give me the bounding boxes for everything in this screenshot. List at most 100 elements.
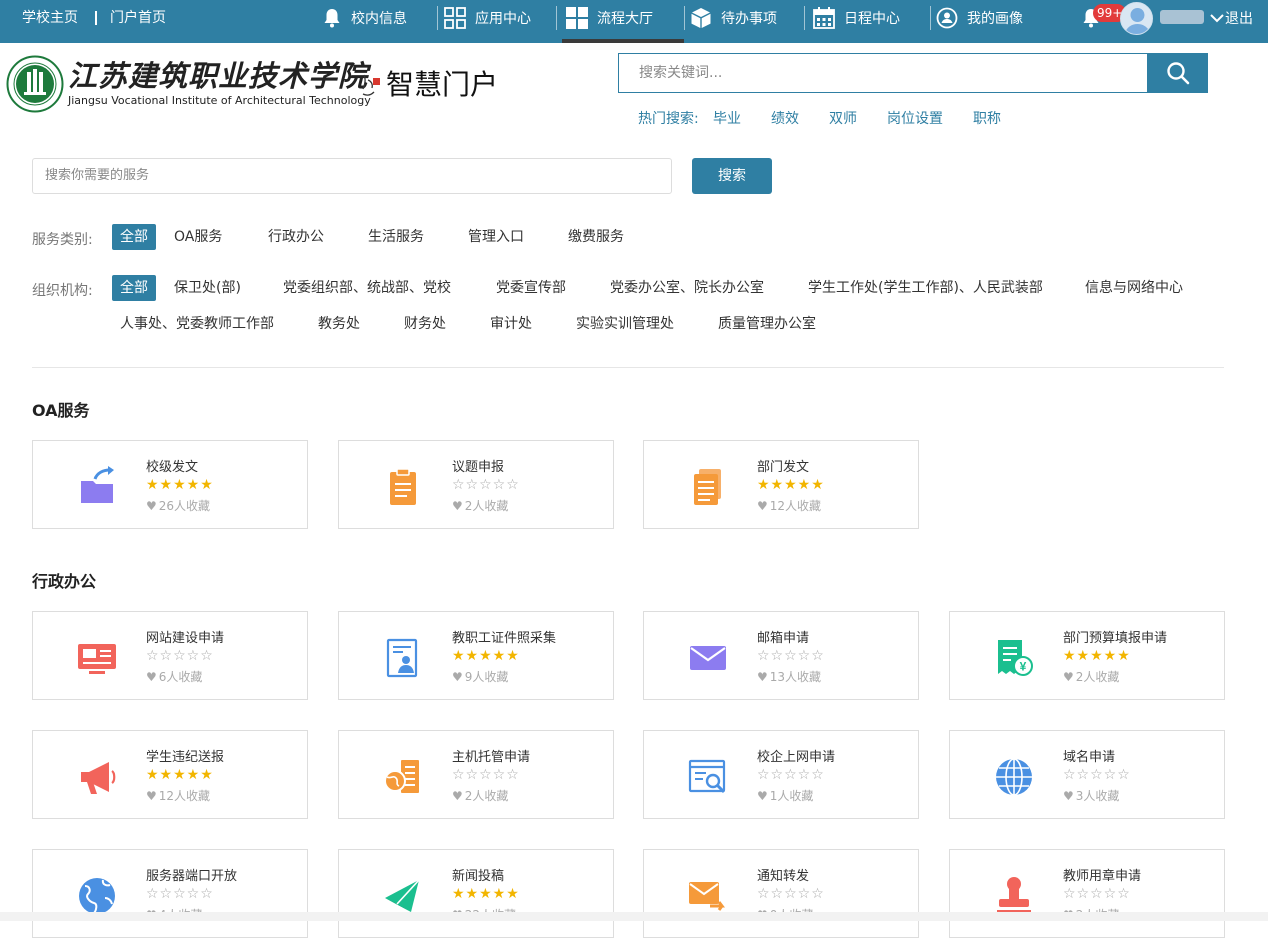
service-card[interactable]: 校企上网申请 ☆☆☆☆☆ ♥ 1人收藏 (643, 730, 919, 819)
category-chip[interactable]: 管理入口 (468, 224, 524, 250)
calligraphy-seal-icon (362, 74, 380, 96)
service-card[interactable]: 教职工证件照采集 ★★★★★ ♥ 9人收藏 (338, 611, 614, 700)
service-card[interactable]: 校级发文 ★★★★★ ♥ 26人收藏 (32, 440, 308, 529)
favorite-count-text: 13人收藏 (769, 670, 822, 684)
org-chip[interactable]: 学生工作处(学生工作部)、人民武装部 (808, 275, 1043, 301)
nav-label: 我的画像 (967, 11, 1023, 27)
category-chip[interactable]: OA服务 (174, 224, 222, 250)
service-card[interactable]: ¥ 部门预算填报申请 ★★★★★ ♥ 2人收藏 (949, 611, 1225, 700)
favorite-count-text: 6人收藏 (158, 670, 203, 684)
receipt-yen-icon: ¥ (998, 640, 1033, 676)
heart-icon: ♥ (452, 669, 463, 684)
rating-stars: ★★★★★ (1063, 648, 1131, 664)
org-chip[interactable]: 党委组织部、统战部、党校 (283, 275, 451, 301)
service-card[interactable]: 主机托管申请 ☆☆☆☆☆ ♥ 2人收藏 (338, 730, 614, 819)
nav-label: 应用中心 (475, 11, 531, 27)
org-chip[interactable]: 党委宣传部 (496, 275, 566, 301)
monitor-icon (78, 644, 116, 674)
org-chip[interactable]: 人事处、党委教师工作部 (120, 311, 274, 337)
school-name-en: Jiangsu Vocational Institute of Architec… (68, 94, 371, 107)
section-title-oa: OA服务 (32, 401, 90, 420)
rating-stars: ☆☆☆☆☆ (757, 648, 825, 664)
service-card[interactable]: 新闻投稿 ★★★★★ ♥22人收藏 (338, 849, 614, 938)
portrait-icon (936, 7, 958, 29)
nav-divider (804, 6, 805, 30)
service-card[interactable]: 通知转发 ☆☆☆☆☆ ♥0人收藏 (643, 849, 919, 938)
org-chip[interactable]: 审计处 (490, 311, 532, 337)
service-name: 通知转发 (757, 869, 810, 884)
service-card[interactable]: 网站建设申请 ☆☆☆☆☆ ♥ 6人收藏 (32, 611, 308, 700)
rating-stars: ☆☆☆☆☆ (146, 886, 214, 902)
heart-icon: ♥ (757, 669, 768, 684)
school-home-link[interactable]: 学校主页 (22, 0, 78, 36)
service-search-input[interactable]: 搜索你需要的服务 (32, 158, 672, 194)
hot-term[interactable]: 绩效 (771, 108, 799, 128)
service-card[interactable]: 服务器端口开放 ☆☆☆☆☆ ♥4人收藏 (32, 849, 308, 938)
favorite-count-text: 26人收藏 (158, 499, 211, 513)
service-card[interactable]: 议题申报 ☆☆☆☆☆ ♥ 2人收藏 (338, 440, 614, 529)
org-chip[interactable]: 实验实训管理处 (576, 311, 674, 337)
calendar-icon (813, 7, 835, 29)
portal-home-link[interactable]: 门户首页 (110, 0, 166, 36)
envelope-icon (690, 646, 726, 670)
category-chip[interactable]: 生活服务 (368, 224, 424, 250)
nav-app-center[interactable]: 应用中心 (444, 0, 531, 36)
hot-term[interactable]: 毕业 (713, 108, 741, 128)
nav-process-hall[interactable]: 流程大厅 (566, 0, 653, 36)
service-card[interactable]: 部门发文 ★★★★★ ♥ 12人收藏 (643, 440, 919, 529)
avatar[interactable] (1120, 2, 1153, 35)
org-chip-all[interactable]: 全部 (112, 275, 156, 301)
section-divider (32, 367, 1224, 368)
nav-label: 流程大厅 (597, 11, 653, 27)
org-chip[interactable]: 信息与网络中心 (1085, 275, 1183, 301)
search-icon (1167, 62, 1190, 85)
service-card[interactable]: 域名申请 ☆☆☆☆☆ ♥ 3人收藏 (949, 730, 1225, 819)
category-chip[interactable]: 缴费服务 (568, 224, 624, 250)
globe-icon (996, 758, 1032, 796)
org-chip[interactable]: 党委办公室、院长办公室 (610, 275, 764, 301)
logout-button[interactable]: 退出 (1209, 0, 1253, 36)
nav-label: 日程中心 (844, 11, 900, 27)
user-avatar-icon (1124, 8, 1151, 34)
category-chip-all[interactable]: 全部 (112, 224, 156, 250)
nav-divider (556, 6, 557, 30)
service-card[interactable]: 教师用章申请 ☆☆☆☆☆ ♥2人收藏 (949, 849, 1225, 938)
hot-term[interactable]: 职称 (973, 108, 1001, 128)
heart-icon: ♥ (452, 788, 463, 803)
org-chip[interactable]: 教务处 (318, 311, 360, 337)
rating-stars: ☆☆☆☆☆ (1063, 767, 1131, 783)
clipboard-icon (390, 468, 416, 505)
rating-stars: ★★★★★ (757, 477, 825, 493)
hot-term[interactable]: 岗位设置 (887, 108, 943, 128)
service-name: 校级发文 (146, 460, 199, 475)
global-search-button[interactable] (1148, 53, 1208, 93)
nav-schedule[interactable]: 日程中心 (813, 0, 900, 36)
service-card[interactable]: 邮箱申请 ☆☆☆☆☆ ♥ 13人收藏 (643, 611, 919, 700)
rating-stars: ☆☆☆☆☆ (452, 767, 520, 783)
service-name: 服务器端口开放 (146, 869, 238, 884)
nav-campus-info[interactable]: 校内信息 (322, 0, 407, 36)
category-chip[interactable]: 行政办公 (268, 224, 324, 250)
favorite-count-text: 12人收藏 (158, 789, 211, 803)
global-search-input[interactable]: 搜索关键词... (618, 53, 1148, 93)
service-card[interactable]: 学生违纪送报 ★★★★★ ♥ 12人收藏 (32, 730, 308, 819)
org-chip[interactable]: 财务处 (404, 311, 446, 337)
nav-portrait[interactable]: 我的画像 (936, 0, 1023, 36)
nav-divider (437, 6, 438, 30)
section-title-admin: 行政办公 (32, 572, 97, 591)
documents-icon (694, 469, 721, 505)
org-chip[interactable]: 保卫处(部) (174, 275, 241, 301)
nav-todo[interactable]: 待办事项 (690, 0, 777, 36)
service-search-button[interactable]: 搜索 (692, 158, 772, 194)
grid-filled-icon (566, 7, 588, 29)
favorite-count: ♥ 9人收藏 (452, 668, 508, 685)
heart-icon: ♥ (146, 669, 157, 684)
username-redacted (1160, 10, 1204, 24)
folder-export-icon (81, 466, 114, 503)
favorite-count: ♥ 3人收藏 (1063, 787, 1119, 804)
org-chip[interactable]: 质量管理办公室 (718, 311, 816, 337)
hot-term[interactable]: 双师 (829, 108, 857, 128)
rating-stars: ☆☆☆☆☆ (1063, 886, 1131, 902)
heart-icon: ♥ (1063, 788, 1074, 803)
favorite-count: ♥ 12人收藏 (146, 787, 210, 804)
